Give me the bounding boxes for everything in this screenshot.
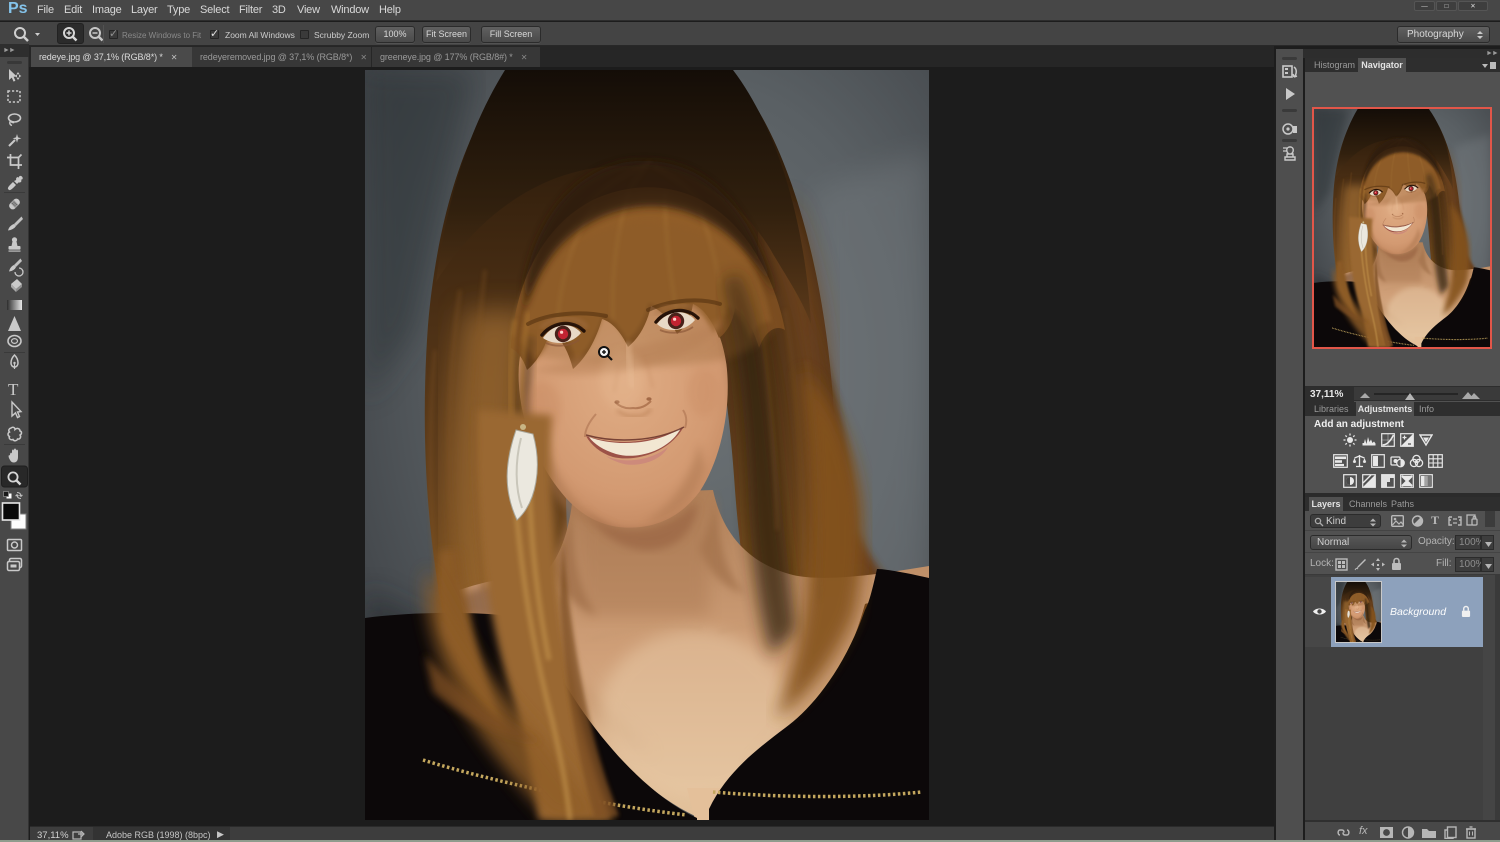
svg-text:T: T [8,380,19,399]
